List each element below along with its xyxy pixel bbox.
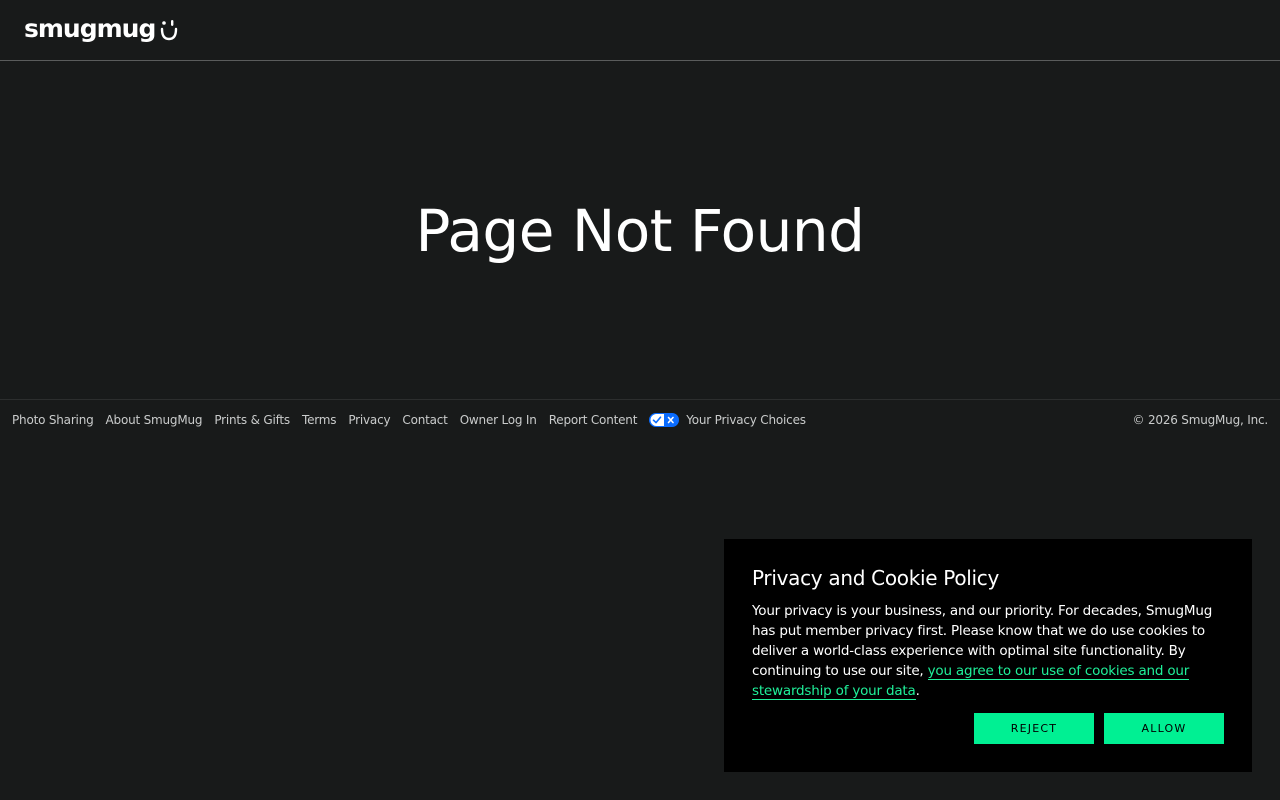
footer-link-about-smugmug[interactable]: About SmugMug (106, 411, 203, 429)
site-header: smugmug (0, 0, 1280, 61)
smile-icon (161, 20, 178, 41)
footer-link-owner-log-in[interactable]: Owner Log In (460, 411, 537, 429)
footer-link-terms[interactable]: Terms (302, 411, 337, 429)
footer-link-photo-sharing[interactable]: Photo Sharing (12, 411, 94, 429)
cookie-banner: Privacy and Cookie Policy Your privacy i… (724, 539, 1252, 772)
cookie-banner-text: Your privacy is your business, and our p… (752, 601, 1224, 701)
site-footer: Photo Sharing About SmugMug Prints & Gif… (0, 399, 1280, 441)
page-title: Page Not Found (415, 197, 865, 265)
privacy-toggle-icon (649, 413, 680, 427)
reject-button[interactable]: Reject (974, 713, 1094, 744)
smugmug-logo[interactable]: smugmug (24, 14, 178, 44)
privacy-choices-link[interactable]: Your Privacy Choices (649, 411, 806, 429)
allow-button[interactable]: Allow (1104, 713, 1224, 744)
footer-link-prints-gifts[interactable]: Prints & Gifts (214, 411, 290, 429)
logo-text: smugmug (24, 14, 156, 43)
footer-nav: Photo Sharing About SmugMug Prints & Gif… (12, 411, 806, 429)
cookie-banner-text-end: . (915, 683, 920, 699)
cookie-banner-title: Privacy and Cookie Policy (752, 566, 1000, 590)
footer-link-report-content[interactable]: Report Content (549, 411, 638, 429)
copyright-text: © 2026 SmugMug, Inc. (1132, 413, 1269, 427)
cookie-buttons: Reject Allow (964, 713, 1224, 744)
privacy-choices-label: Your Privacy Choices (686, 413, 806, 427)
footer-link-contact[interactable]: Contact (402, 411, 447, 429)
footer-link-privacy[interactable]: Privacy (348, 411, 390, 429)
